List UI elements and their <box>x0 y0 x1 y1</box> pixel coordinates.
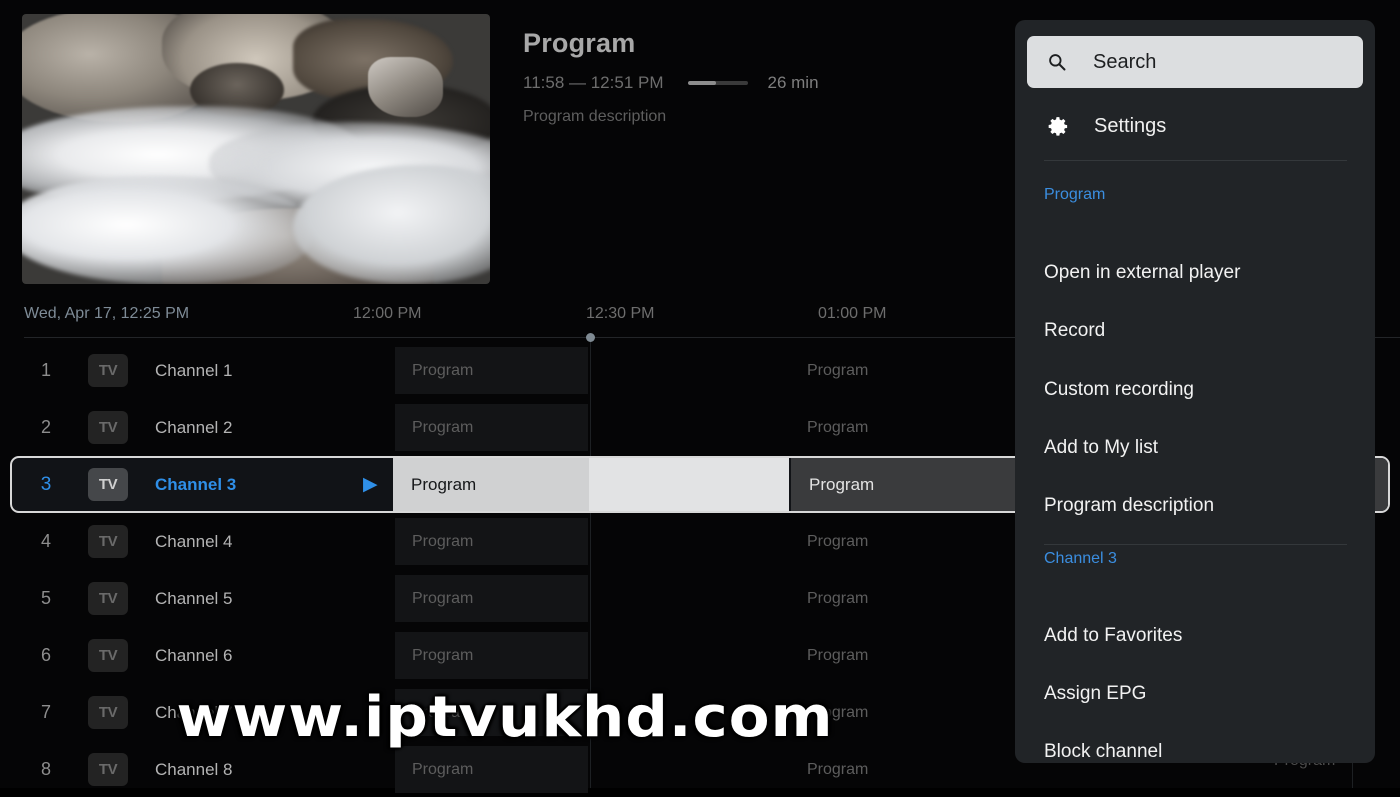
tv-icon: TV <box>88 639 128 672</box>
context-menu-panel: Search Settings Program Open in external… <box>1015 20 1375 763</box>
program-cell[interactable]: Program <box>395 347 588 394</box>
tv-icon: TV <box>88 411 128 444</box>
channel-number: 5 <box>40 588 51 608</box>
menu-item-record[interactable]: Record <box>1044 320 1105 342</box>
video-preview-thumbnail[interactable] <box>22 14 490 284</box>
program-cell[interactable]: Program <box>395 632 588 679</box>
menu-item-program-description[interactable]: Program description <box>1044 495 1214 517</box>
channel-number: 4 <box>40 531 51 551</box>
search-input[interactable]: Search <box>1027 36 1363 88</box>
channel-number: 7 <box>40 702 51 722</box>
program-description: Program description <box>523 108 667 125</box>
menu-item-label: Settings <box>1094 114 1167 137</box>
menu-item-assign-epg[interactable]: Assign EPG <box>1044 683 1146 705</box>
gear-icon <box>1048 116 1068 136</box>
tv-icon: TV <box>88 354 128 387</box>
menu-item-custom-recording[interactable]: Custom recording <box>1044 379 1194 401</box>
program-meta: 11:58 — 12:51 PM 26 min <box>523 73 993 93</box>
program-cell[interactable]: Program <box>395 746 588 793</box>
channel-number: 8 <box>40 759 51 779</box>
channel-name: Channel 6 <box>155 645 233 665</box>
channel-name: Channel 2 <box>155 417 233 437</box>
program-cell-selected[interactable]: Program <box>393 458 589 511</box>
channel-name: Channel 3 <box>155 474 237 494</box>
now-marker-dot <box>586 333 595 342</box>
program-duration: 26 min <box>767 73 819 92</box>
channel-name: Channel 5 <box>155 588 233 608</box>
tv-icon: TV <box>88 696 128 729</box>
menu-item-open-in-external-player[interactable]: Open in external player <box>1044 262 1240 284</box>
tv-icon: TV <box>88 753 128 786</box>
search-icon <box>1049 54 1066 71</box>
channel-name: Channel 8 <box>155 759 233 779</box>
channel-number: 6 <box>40 645 51 665</box>
play-icon: ▶ <box>363 474 378 495</box>
program-time-range: 11:58 — 12:51 PM <box>523 73 664 92</box>
program-title: Program <box>523 28 636 58</box>
menu-item-settings[interactable]: Settings <box>1027 102 1363 150</box>
channel-name: Channel 4 <box>155 531 233 551</box>
program-info: Program 11:58 — 12:51 PM 26 min Program … <box>523 28 993 126</box>
menu-section-header-channel: Channel 3 <box>1044 550 1117 567</box>
menu-divider <box>1044 544 1347 545</box>
timeline-current-date: Wed, Apr 17, 12:25 PM <box>24 305 190 322</box>
program-progress-fill <box>687 81 717 85</box>
rock-shape <box>368 57 444 117</box>
timeline-tick: 12:30 PM <box>586 305 655 322</box>
channel-name: Channel 1 <box>155 360 233 380</box>
program-cell[interactable]: Program <box>395 575 588 622</box>
program-cell[interactable]: Program <box>395 518 588 565</box>
tv-icon: TV <box>88 468 128 501</box>
search-placeholder: Search <box>1093 50 1157 73</box>
menu-item-block-channel[interactable]: Block channel <box>1044 741 1162 763</box>
program-progress-bar <box>687 81 748 85</box>
river-video-frame <box>22 14 490 284</box>
menu-section-header-program: Program <box>1044 186 1106 203</box>
channel-number: 1 <box>40 360 51 380</box>
site-watermark: www.iptvukhd.com <box>176 685 834 750</box>
program-cell-selected-extension[interactable] <box>589 458 789 511</box>
channel-number: 3 <box>40 473 52 495</box>
timeline-tick: 01:00 PM <box>818 305 887 322</box>
tv-icon: TV <box>88 525 128 558</box>
whitewater-foam <box>22 176 313 284</box>
timeline-tick: 12:00 PM <box>353 305 422 322</box>
channel-number: 2 <box>40 417 51 437</box>
menu-divider <box>1044 160 1347 161</box>
program-cell[interactable]: Program <box>395 404 588 451</box>
tv-icon: TV <box>88 582 128 615</box>
menu-item-add-to-my-list[interactable]: Add to My list <box>1044 437 1158 459</box>
menu-item-add-to-favorites[interactable]: Add to Favorites <box>1044 625 1182 647</box>
